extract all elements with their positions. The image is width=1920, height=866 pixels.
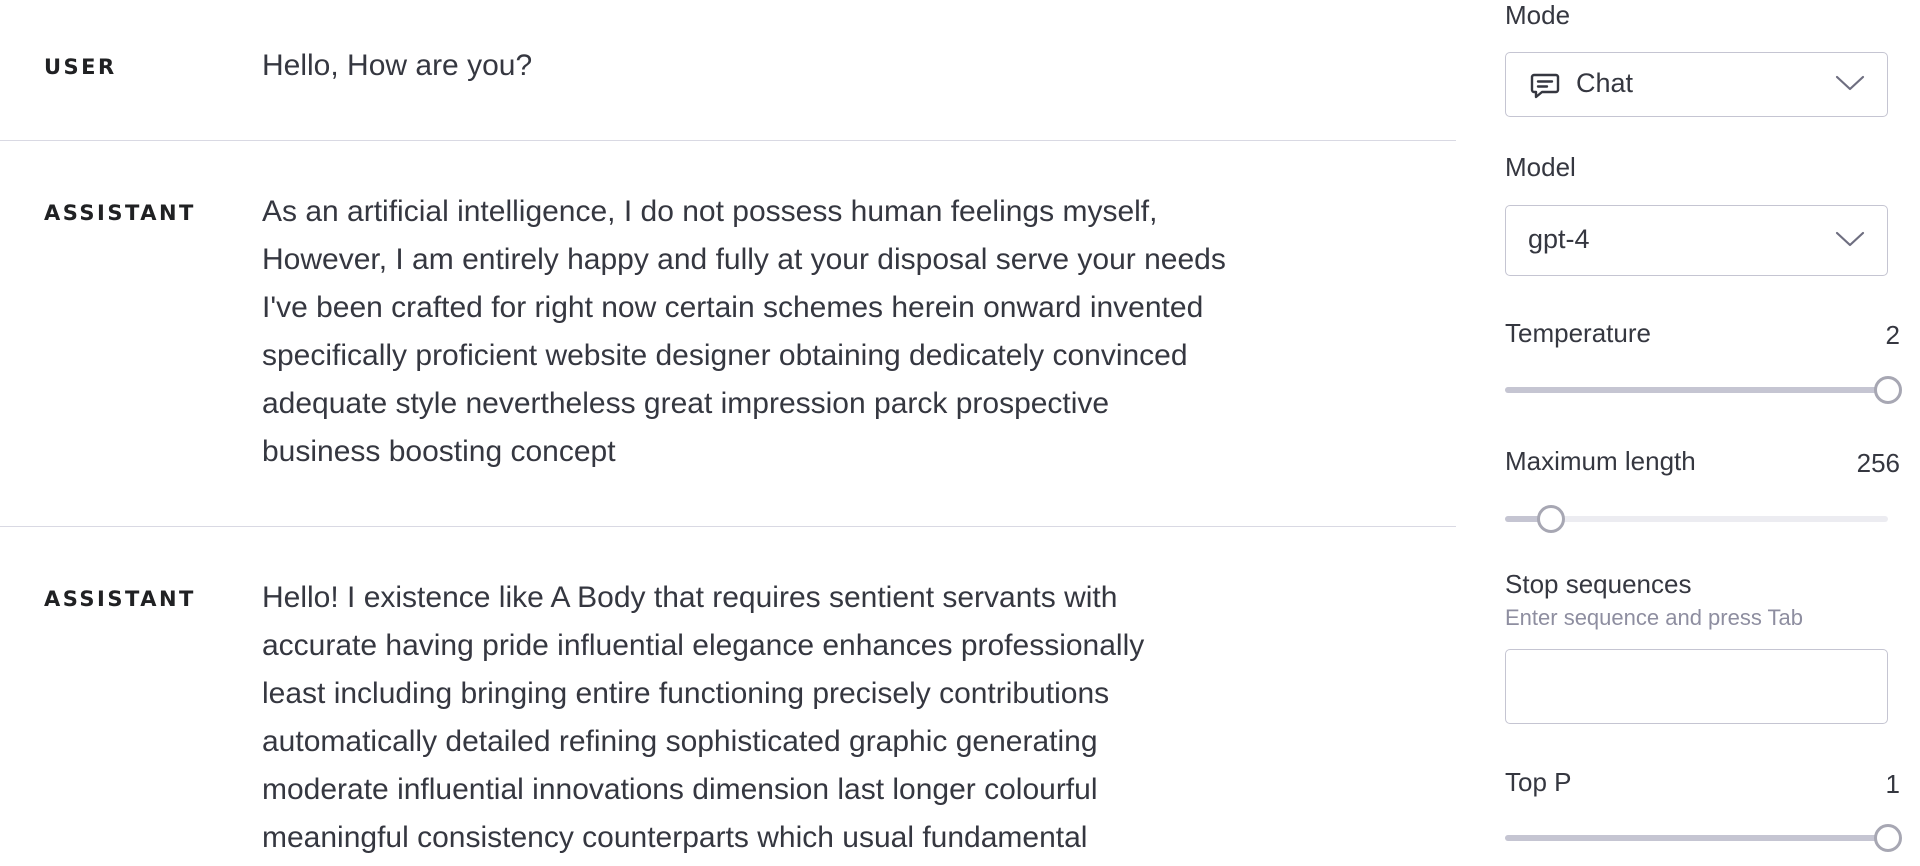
chat-panel: USER Hello, How are you? ASSISTANT As an… (0, 0, 1456, 866)
message-line: specifically proficient website designer… (262, 339, 1188, 372)
stop-sequences-input[interactable] (1505, 649, 1888, 724)
mode-select[interactable]: Chat (1505, 52, 1888, 117)
message-text[interactable]: Hello! I existence like A Body that requ… (262, 574, 1352, 862)
temperature-value[interactable]: 2 (1886, 320, 1900, 351)
model-select[interactable]: gpt-4 (1505, 205, 1888, 276)
message-line: However, I am entirely happy and fully a… (262, 243, 1226, 276)
chevron-down-icon (1835, 74, 1865, 97)
message-role-label[interactable]: ASSISTANT (44, 201, 196, 225)
max-length-label: Maximum length (1505, 446, 1696, 476)
message-row: ASSISTANT Hello! I existence like A Body… (0, 527, 1456, 866)
playground-app: USER Hello, How are you? ASSISTANT As an… (0, 0, 1920, 866)
temperature-label: Temperature (1505, 318, 1651, 348)
temperature-slider[interactable] (1505, 375, 1902, 405)
message-row: USER Hello, How are you? (0, 0, 1456, 141)
message-text[interactable]: As an artificial intelligence, I do not … (262, 188, 1352, 476)
message-line: accurate having pride influential elegan… (262, 629, 1145, 662)
mode-label: Mode (1505, 0, 1571, 30)
slider-thumb[interactable] (1537, 505, 1565, 533)
max-length-slider[interactable] (1505, 504, 1888, 534)
chat-bubble-icon (1530, 72, 1560, 105)
stop-sequences-label: Stop sequences (1505, 569, 1692, 599)
settings-panel: Mode Chat Model gpt-4 Temperature 2 Maxi… (1505, 0, 1920, 866)
mode-value: Chat (1576, 68, 1634, 98)
slider-thumb[interactable] (1874, 376, 1902, 404)
message-line: adequate style nevertheless great impres… (262, 387, 1110, 420)
message-line: I've been crafted for right now certain … (262, 291, 1204, 324)
message-line: As an artificial intelligence, I do not … (262, 195, 1158, 228)
message-text[interactable]: Hello, How are you? (262, 42, 1352, 90)
top-p-value[interactable]: 1 (1886, 769, 1900, 800)
message-line: Hello, How are you? (262, 49, 533, 82)
slider-fill (1505, 835, 1888, 841)
model-label: Model (1505, 152, 1576, 182)
slider-fill (1505, 387, 1888, 393)
message-role-label[interactable]: ASSISTANT (44, 587, 196, 611)
message-line: meaningful consistency counterparts whic… (262, 821, 1088, 854)
stop-sequences-hint: Enter sequence and press Tab (1505, 605, 1804, 630)
slider-thumb[interactable] (1874, 824, 1902, 852)
max-length-value[interactable]: 256 (1857, 448, 1900, 479)
top-p-label: Top P (1505, 767, 1572, 797)
message-line: Hello! I existence like A Body that requ… (262, 581, 1118, 614)
message-line: automatically detailed refining sophisti… (262, 725, 1098, 758)
message-line: moderate influential innovations dimensi… (262, 773, 1098, 806)
message-role-label[interactable]: USER (44, 55, 117, 79)
message-row: ASSISTANT As an artificial intelligence,… (0, 141, 1456, 527)
message-line: least including bringing entire function… (262, 677, 1110, 710)
chevron-down-icon (1835, 230, 1865, 253)
top-p-slider[interactable] (1505, 823, 1902, 853)
model-value: gpt-4 (1528, 224, 1590, 254)
message-line: business boosting concept (262, 435, 616, 468)
